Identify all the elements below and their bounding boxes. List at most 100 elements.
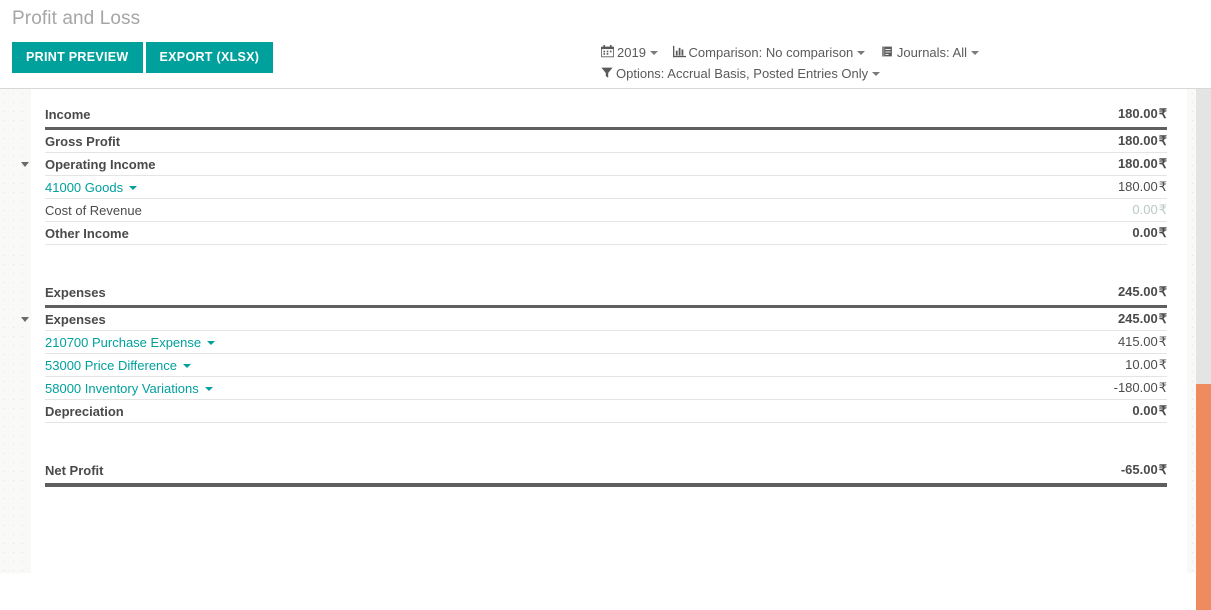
action-button-group: PRINT PREVIEW EXPORT (XLSX) bbox=[12, 42, 274, 73]
caret-down-icon[interactable] bbox=[21, 161, 29, 167]
chevron-down-icon bbox=[872, 72, 881, 76]
currency-symbol: ₹ bbox=[1158, 284, 1167, 299]
amount: 0.00 bbox=[1132, 202, 1158, 217]
currency-symbol: ₹ bbox=[1158, 202, 1167, 217]
report-row-value: -65.00₹ bbox=[977, 459, 1167, 487]
report-row-label-cell: Cost of Revenue bbox=[45, 198, 977, 222]
currency-symbol: ₹ bbox=[1158, 334, 1167, 349]
report-row-label-cell: 53000 Price Difference bbox=[45, 353, 977, 377]
report-row-label-cell: Operating Income bbox=[21, 152, 977, 176]
filter-row-bottom: Options: Accrual Basis, Posted Entries O… bbox=[601, 64, 1161, 85]
amount: 180.00 bbox=[1117, 156, 1158, 171]
account-link[interactable]: 210700 Purchase Expense bbox=[45, 335, 201, 350]
filter-row-top: 2019 Comparison: No comparison Journals:… bbox=[601, 43, 1161, 64]
currency-symbol: ₹ bbox=[1158, 106, 1167, 121]
amount: -65.00 bbox=[1120, 462, 1158, 477]
chevron-down-icon[interactable] bbox=[207, 340, 216, 345]
report-row-value: 245.00₹ bbox=[977, 281, 1167, 308]
report-row-value: -180.00₹ bbox=[977, 376, 1167, 400]
funnel-icon bbox=[601, 65, 613, 85]
report-row-value: 180.00₹ bbox=[977, 175, 1167, 199]
amount: 180.00 bbox=[1117, 133, 1158, 148]
report-row-value: 245.00₹ bbox=[977, 306, 1167, 331]
report-row-value: 180.00₹ bbox=[977, 103, 1167, 130]
report-row: Expenses 245.00₹ bbox=[21, 306, 1167, 331]
amount: 0.00 bbox=[1132, 225, 1158, 240]
caret-down-icon[interactable] bbox=[21, 316, 29, 322]
filter-bar: 2019 Comparison: No comparison Journals:… bbox=[601, 43, 1161, 85]
report-row-label: Gross Profit bbox=[45, 133, 121, 149]
journals-filter[interactable]: Journals: All bbox=[880, 43, 979, 64]
comparison-filter[interactable]: Comparison: No comparison bbox=[672, 43, 866, 64]
currency-symbol: ₹ bbox=[1158, 133, 1167, 148]
calendar-icon bbox=[601, 44, 614, 64]
report-row[interactable]: 53000 Price Difference 10.00₹ bbox=[45, 353, 1167, 377]
report-row-label-cell: 210700 Purchase Expense bbox=[45, 330, 977, 354]
report-row-label: Expenses bbox=[45, 311, 106, 327]
chevron-down-icon bbox=[649, 51, 658, 55]
amount: 180.00 bbox=[1117, 179, 1158, 194]
spacer-cell bbox=[45, 245, 1167, 282]
report-row-value: 415.00₹ bbox=[977, 330, 1167, 354]
report-row-label-cell: 58000 Inventory Variations bbox=[45, 376, 977, 400]
vertical-scrollbar-track[interactable] bbox=[1196, 89, 1211, 610]
journals-filter-label: Journals: All bbox=[896, 45, 967, 60]
report-row: Other Income 0.00₹ bbox=[45, 221, 1167, 245]
amount: 10.00 bbox=[1125, 357, 1158, 372]
report-row-label-cell: Net Profit bbox=[45, 459, 977, 487]
date-filter-label: 2019 bbox=[617, 45, 646, 60]
report-row: Expenses 245.00₹ bbox=[45, 281, 1167, 308]
bar-chart-icon bbox=[672, 44, 686, 64]
chevron-down-icon[interactable] bbox=[204, 386, 213, 391]
vertical-scrollbar-thumb[interactable] bbox=[1196, 384, 1211, 610]
comparison-filter-label: Comparison: No comparison bbox=[688, 45, 854, 60]
control-panel: Profit and Loss PRINT PREVIEW EXPORT (XL… bbox=[0, 0, 1211, 89]
account-link[interactable]: 41000 Goods bbox=[45, 180, 123, 195]
report-row[interactable]: 210700 Purchase Expense 415.00₹ bbox=[45, 330, 1167, 354]
amount: 245.00 bbox=[1117, 311, 1158, 326]
amount: -180.00 bbox=[1113, 380, 1158, 395]
date-filter[interactable]: 2019 bbox=[601, 43, 658, 64]
print-preview-button[interactable]: PRINT PREVIEW bbox=[12, 42, 143, 73]
currency-symbol: ₹ bbox=[1158, 225, 1167, 240]
amount: 0.00 bbox=[1132, 403, 1158, 418]
options-filter[interactable]: Options: Accrual Basis, Posted Entries O… bbox=[601, 64, 881, 85]
report-row-label-cell: Expenses bbox=[45, 281, 977, 308]
page-title: Profit and Loss bbox=[12, 8, 141, 29]
currency-symbol: ₹ bbox=[1158, 179, 1167, 194]
report-row: Net Profit -65.00₹ bbox=[45, 459, 1167, 487]
report-row-value: 0.00₹ bbox=[977, 198, 1167, 222]
report-row-label: Operating Income bbox=[45, 156, 156, 172]
report-row-label: Income bbox=[45, 106, 91, 122]
report-row: Gross Profit 180.00₹ bbox=[45, 128, 1167, 153]
report-row-label-cell: Gross Profit bbox=[45, 128, 977, 153]
report-row-label: Cost of Revenue bbox=[45, 202, 142, 218]
report-row-label-cell: Expenses bbox=[21, 306, 977, 331]
table-row bbox=[45, 423, 1167, 460]
report-row: Operating Income 180.00₹ bbox=[21, 152, 1167, 176]
report-row-label-cell: Depreciation bbox=[45, 399, 977, 423]
report-row-label-cell: Income bbox=[45, 103, 977, 130]
report-row-value: 0.00₹ bbox=[977, 399, 1167, 423]
account-link[interactable]: 53000 Price Difference bbox=[45, 358, 177, 373]
report-row[interactable]: 58000 Inventory Variations -180.00₹ bbox=[45, 376, 1167, 400]
account-link[interactable]: 58000 Inventory Variations bbox=[45, 381, 199, 396]
chevron-down-icon[interactable] bbox=[129, 185, 138, 190]
report-table-body: Income 180.00₹ Gross Profit 180.00₹ Operatin… bbox=[21, 103, 1167, 487]
spacer-cell bbox=[45, 423, 1167, 460]
report-row-label: Net Profit bbox=[45, 462, 104, 478]
chevron-down-icon bbox=[857, 51, 866, 55]
report-row-label-cell: Other Income bbox=[45, 221, 977, 245]
export-xlsx-button[interactable]: EXPORT (XLSX) bbox=[145, 42, 274, 73]
chevron-down-icon[interactable] bbox=[183, 363, 192, 368]
chevron-down-icon bbox=[971, 51, 979, 55]
report-row-label: Expenses bbox=[45, 284, 106, 300]
report-row: Income 180.00₹ bbox=[45, 103, 1167, 130]
report-background: Income 180.00₹ Gross Profit 180.00₹ Operatin… bbox=[0, 89, 1211, 573]
currency-symbol: ₹ bbox=[1158, 311, 1167, 326]
amount: 415.00 bbox=[1117, 334, 1158, 349]
currency-symbol: ₹ bbox=[1158, 403, 1167, 418]
report-row[interactable]: 41000 Goods 180.00₹ bbox=[45, 175, 1167, 199]
currency-symbol: ₹ bbox=[1158, 462, 1167, 477]
report-row-value: 180.00₹ bbox=[977, 128, 1167, 153]
